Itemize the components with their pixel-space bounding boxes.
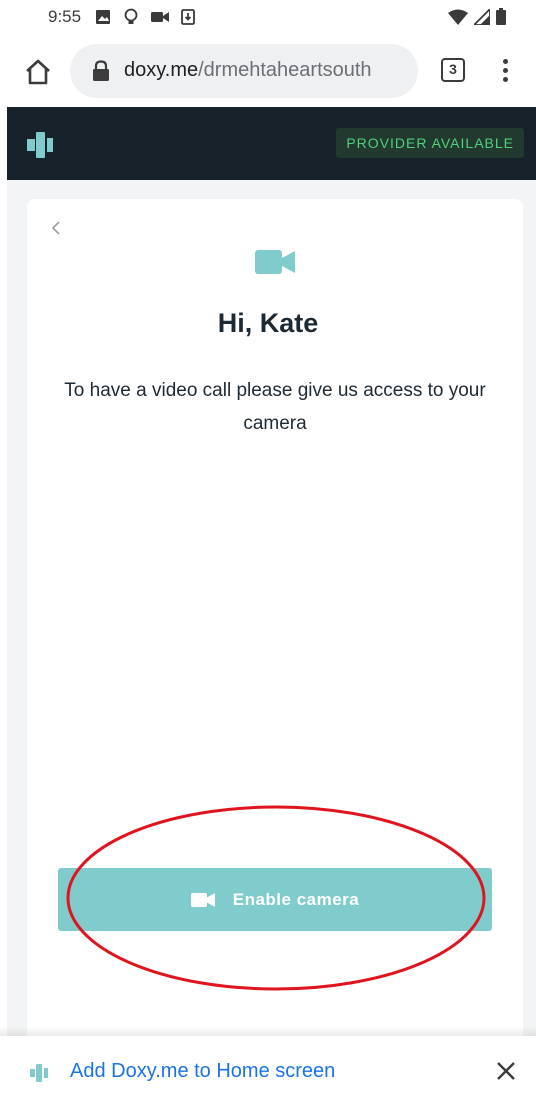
image-icon — [96, 10, 110, 24]
video-camera-icon — [151, 12, 169, 22]
menu-dot-icon — [502, 68, 508, 73]
enable-camera-label: Enable camera — [232, 889, 360, 909]
address-bar[interactable]: doxy.me/drmehtaheartsouth — [70, 44, 418, 98]
menu-dot-icon — [502, 77, 508, 82]
doxy-logo-icon — [27, 132, 53, 158]
menu-dot-icon — [502, 59, 508, 64]
lightbulb-icon — [124, 8, 138, 24]
video-camera-icon — [255, 250, 295, 274]
wifi-icon — [448, 9, 468, 25]
notification-icons — [95, 8, 195, 26]
back-button[interactable] — [48, 218, 64, 238]
chevron-left-icon — [51, 221, 60, 235]
add-to-home-banner[interactable]: Add Doxy.me to Home screen — [0, 1036, 536, 1106]
url-text: doxy.me/drmehtaheartsouth — [124, 59, 372, 82]
add-to-home-link[interactable]: Add Doxy.me to Home screen — [70, 1060, 335, 1083]
signal-icon — [474, 8, 490, 25]
browser-toolbar: doxy.me/drmehtaheartsouth 3 — [0, 36, 536, 108]
battery-icon — [496, 8, 506, 25]
lock-icon — [93, 60, 109, 81]
close-icon[interactable] — [495, 1060, 517, 1082]
home-icon — [26, 59, 50, 85]
doxy-logo-icon — [30, 1064, 48, 1082]
status-time: 9:55 — [48, 7, 82, 26]
system-icons — [448, 8, 506, 25]
browser-menu-button[interactable] — [498, 56, 512, 86]
status-bar: 9:55 — [0, 0, 536, 36]
enable-camera-button[interactable]: Enable camera — [58, 868, 492, 931]
camera-access-instruction: To have a video call please give us acce… — [64, 380, 486, 434]
video-camera-icon — [190, 892, 215, 907]
url-host: doxy.me — [124, 59, 199, 81]
banner-shadow — [0, 1026, 536, 1036]
home-button[interactable] — [22, 56, 54, 88]
download-icon — [181, 9, 195, 25]
app-header: PROVIDER AVAILABLE — [7, 107, 536, 180]
tab-switcher-button[interactable]: 3 — [441, 58, 465, 82]
url-path: /drmehtaheartsouth — [198, 59, 372, 81]
greeting-heading: Hi, Kate — [217, 308, 319, 338]
provider-status-badge: PROVIDER AVAILABLE — [336, 128, 524, 158]
